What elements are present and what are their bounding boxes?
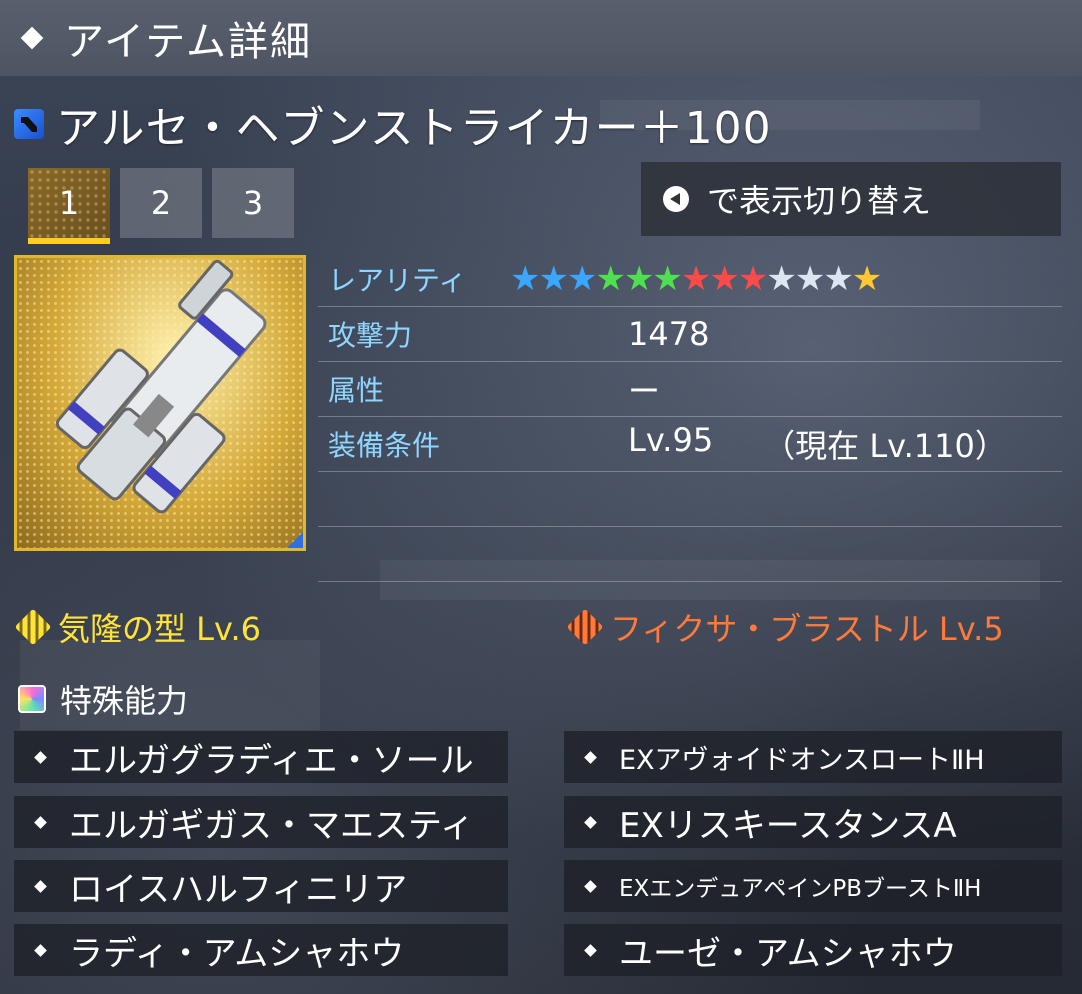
ability-item[interactable]: ラディ・アムシャホウ — [14, 924, 508, 976]
weapon-image — [55, 259, 267, 514]
star-icon: ★ — [794, 259, 826, 299]
bullet-icon — [34, 815, 47, 829]
tab-1[interactable]: 1 — [28, 168, 110, 244]
corner-marker — [287, 532, 303, 548]
requirement-row: 装備条件 Lv.95 （現在 Lv.110） — [318, 417, 1062, 472]
star-icon: ★ — [823, 259, 854, 299]
requirement-label: 装備条件 — [328, 429, 441, 462]
star-icon: ★ — [851, 259, 883, 299]
ability-item[interactable]: EXリスキースタンスA — [564, 796, 1062, 848]
ability-item[interactable]: ユーゼ・アムシャホウ — [564, 924, 1062, 976]
empty-row — [318, 472, 1062, 527]
latent-ability-icon — [566, 608, 604, 646]
current-level: （現在 Lv.110） — [763, 427, 1007, 465]
attack-row: 攻撃力 1478 — [318, 307, 1062, 362]
bullet-icon — [584, 879, 597, 893]
ability-item[interactable]: エルガグラディエ・ソール — [14, 731, 508, 783]
star-icon: ★ — [595, 259, 626, 299]
element-value: ー — [628, 372, 661, 410]
ability-item[interactable]: ロイスハルフィニリア — [14, 860, 508, 912]
bullet-icon — [34, 750, 47, 764]
potential-right-text: フィクサ・ブラストル Lv.5 — [610, 610, 1004, 648]
star-icon: ★ — [566, 259, 598, 299]
star-icon: ★ — [766, 259, 797, 299]
toggle-hint-text: で表示切り替え — [707, 182, 932, 220]
star-icon: ★ — [737, 259, 769, 299]
ability-item[interactable]: EXアヴォイドオンスロートⅡH — [564, 731, 1062, 783]
tab-3[interactable]: 3 — [212, 168, 294, 238]
special-ability-label: 特殊能力 — [60, 682, 189, 720]
bullet-icon — [584, 750, 597, 764]
star-icon: ★ — [623, 259, 655, 299]
header-bar: アイテム詳細 — [0, 0, 1082, 76]
ability-name: エルガギガス・マエスティ — [69, 805, 474, 846]
item-image — [14, 255, 306, 551]
item-name-row: アルセ・ヘブンストライカー＋100 — [14, 92, 772, 156]
ability-name: ロイスハルフィニリア — [69, 869, 408, 910]
stats-panel: レアリティ ★ ★ ★ ★ ★ ★ ★ ★ ★ ★ ★ ★ ★ 攻撃力 1478 属性 ー 装備条件 L… — [318, 252, 1062, 582]
page-title: アイテム詳細 — [64, 19, 312, 65]
special-ability-icon — [18, 685, 46, 713]
element-row: 属性 ー — [318, 362, 1062, 417]
rarity-row: レアリティ ★ ★ ★ ★ ★ ★ ★ ★ ★ ★ ★ ★ ★ — [318, 252, 1062, 307]
requirement-value: Lv.95 — [628, 421, 714, 459]
ability-name: EXアヴォイドオンスロートⅡH — [619, 744, 985, 776]
tab-2[interactable]: 2 — [120, 168, 202, 238]
ability-item[interactable]: EXエンデュアペインPBブーストⅡH — [564, 860, 1062, 912]
display-toggle-hint[interactable]: で表示切り替え — [641, 162, 1061, 236]
ability-item[interactable]: エルガギガス・マエスティ — [14, 796, 508, 848]
bullet-icon — [34, 879, 47, 893]
bullet-icon — [584, 943, 597, 957]
attack-value: 1478 — [628, 315, 710, 353]
rarity-stars: ★ ★ ★ ★ ★ ★ ★ ★ ★ ★ ★ ★ ★ — [510, 259, 883, 299]
ability-name: EXリスキースタンスA — [619, 805, 957, 846]
item-name: アルセ・ヘブンストライカー＋100 — [56, 103, 772, 154]
star-icon: ★ — [709, 259, 740, 299]
potential-right: フィクサ・ブラストル Lv.5 — [566, 604, 1004, 650]
page-tabs: 1 2 3 — [28, 168, 304, 244]
launcher-weapon-icon — [14, 109, 44, 139]
ability-name: EXエンデュアペインPBブーストⅡH — [619, 876, 982, 902]
element-label: 属性 — [328, 374, 385, 407]
ability-name: ラディ・アムシャホウ — [69, 933, 405, 974]
left-button-icon — [663, 186, 689, 212]
empty-row — [318, 527, 1062, 582]
star-icon: ★ — [538, 259, 569, 299]
bullet-icon — [34, 943, 47, 957]
bullet-icon — [584, 815, 597, 829]
ability-name: ユーゼ・アムシャホウ — [619, 933, 957, 974]
ability-name: エルガグラディエ・ソール — [69, 740, 474, 781]
potential-left: 気隆の型 Lv.6 — [14, 604, 261, 650]
requirement-value-group: Lv.95 （現在 Lv.110） — [628, 421, 1007, 467]
star-icon: ★ — [680, 259, 712, 299]
attack-label: 攻撃力 — [328, 319, 413, 352]
diamond-icon — [20, 26, 44, 50]
star-icon: ★ — [510, 259, 541, 299]
star-icon: ★ — [652, 259, 683, 299]
potential-icon — [14, 608, 52, 646]
special-ability-header: 特殊能力 — [18, 676, 188, 722]
potential-left-text: 気隆の型 Lv.6 — [58, 610, 261, 648]
